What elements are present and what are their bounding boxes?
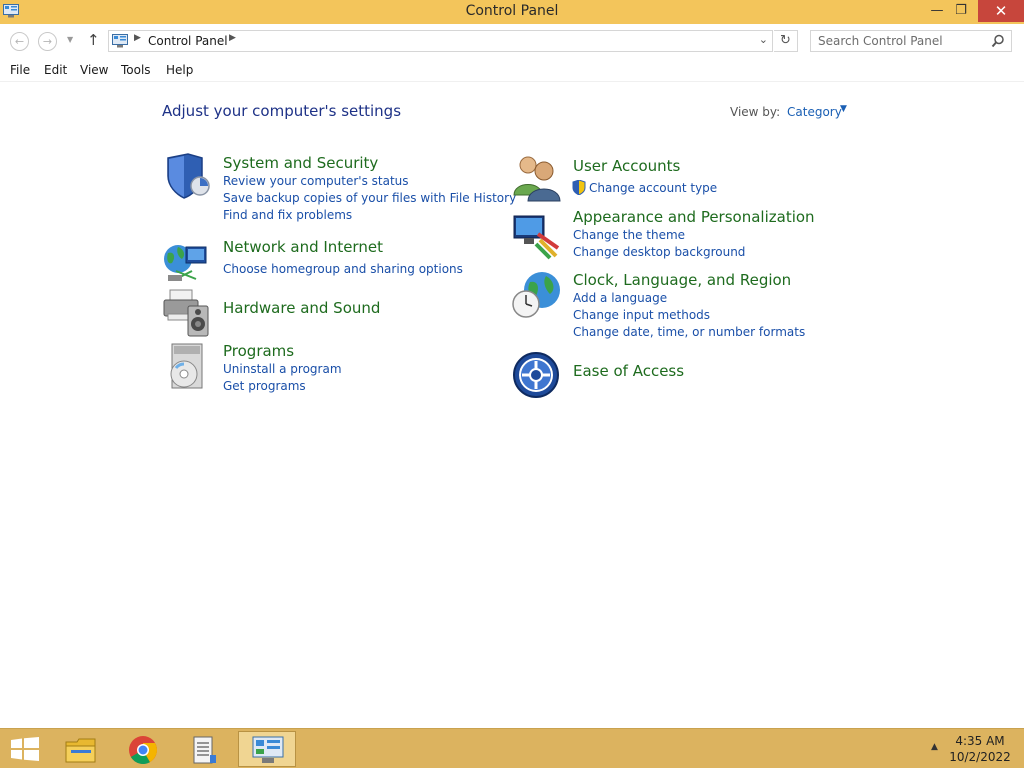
category-system-and-security[interactable]: System and Security: [223, 154, 378, 172]
category-clock-language-region[interactable]: Clock, Language, and Region: [573, 271, 791, 289]
page-title: Adjust your computer's settings: [162, 102, 402, 120]
clock-time[interactable]: 4:35 AM: [948, 734, 1012, 748]
link-uninstall-program[interactable]: Uninstall a program: [223, 362, 342, 376]
link-change-theme[interactable]: Change the theme: [573, 228, 685, 242]
network-globe-icon[interactable]: [162, 237, 212, 287]
category-ease-of-access[interactable]: Ease of Access: [573, 362, 684, 380]
taskbar-notepad[interactable]: [176, 731, 234, 767]
title-bar: Control Panel — ❐ ✕: [0, 0, 1024, 24]
uac-shield-icon: [572, 180, 586, 195]
link-review-status[interactable]: Review your computer's status: [223, 174, 409, 188]
link-change-input-methods[interactable]: Change input methods: [573, 308, 710, 322]
link-add-language[interactable]: Add a language: [573, 291, 667, 305]
link-change-account-type[interactable]: Change account type: [589, 181, 717, 195]
breadcrumb-chevron-icon[interactable]: ▶: [229, 33, 236, 43]
category-network-and-internet[interactable]: Network and Internet: [223, 238, 383, 256]
view-by-dropdown[interactable]: Category: [787, 105, 842, 119]
menu-tools[interactable]: Tools: [121, 63, 151, 77]
category-programs[interactable]: Programs: [223, 342, 294, 360]
start-icon[interactable]: [11, 737, 39, 761]
link-find-fix-problems[interactable]: Find and fix problems: [223, 208, 352, 222]
control-panel-icon: [252, 736, 284, 763]
address-row: ← → ▼ ↑ ▶ Control Panel ▶ ⌄ ↻: [0, 24, 1024, 58]
monitor-palette-icon[interactable]: [512, 210, 562, 260]
programs-disc-icon[interactable]: [162, 342, 212, 392]
search-input[interactable]: [811, 31, 987, 51]
clock-globe-icon[interactable]: [512, 270, 562, 320]
search-icon[interactable]: [991, 34, 1005, 48]
notepad-icon: [193, 736, 216, 764]
forward-button[interactable]: →: [38, 32, 57, 51]
address-bar[interactable]: ▶ Control Panel ▶ ⌄: [108, 30, 773, 52]
search-box[interactable]: [810, 30, 1012, 52]
clock-date[interactable]: 10/2/2022: [948, 750, 1012, 764]
breadcrumb-chevron-icon[interactable]: ▶: [134, 33, 141, 43]
file-explorer-icon: [65, 738, 96, 763]
menu-view[interactable]: View: [80, 63, 108, 77]
category-appearance-and-personalization[interactable]: Appearance and Personalization: [573, 208, 815, 226]
menu-bar: File Edit View Tools Help: [0, 58, 1024, 82]
show-hidden-icons-icon[interactable]: ▲: [931, 742, 938, 752]
chevron-down-icon[interactable]: ▼: [840, 104, 847, 114]
category-user-accounts[interactable]: User Accounts: [573, 157, 680, 175]
taskbar-file-explorer[interactable]: [52, 731, 110, 767]
close-button[interactable]: ✕: [978, 0, 1024, 22]
link-homegroup-sharing[interactable]: Choose homegroup and sharing options: [223, 262, 463, 276]
recent-locations-icon[interactable]: ▼: [67, 35, 73, 44]
ease-of-access-icon[interactable]: [512, 350, 562, 400]
users-icon[interactable]: [512, 153, 562, 203]
breadcrumb-control-panel[interactable]: Control Panel: [148, 34, 228, 48]
address-dropdown-icon[interactable]: ⌄: [759, 33, 768, 46]
link-change-desktop-background[interactable]: Change desktop background: [573, 245, 745, 259]
up-arrow-icon[interactable]: ↑: [87, 31, 100, 49]
taskbar: ▲ 4:35 AM 10/2/2022: [0, 728, 1024, 768]
shield-icon[interactable]: [162, 152, 212, 202]
view-by-label: View by:: [730, 105, 781, 119]
refresh-button[interactable]: ↻: [774, 30, 798, 52]
category-hardware-and-sound[interactable]: Hardware and Sound: [223, 299, 380, 317]
taskbar-control-panel[interactable]: [238, 731, 296, 767]
menu-file[interactable]: File: [10, 63, 30, 77]
menu-edit[interactable]: Edit: [44, 63, 67, 77]
back-button[interactable]: ←: [10, 32, 29, 51]
link-change-date-time-formats[interactable]: Change date, time, or number formats: [573, 325, 805, 339]
printer-speaker-icon[interactable]: [162, 288, 212, 338]
control-panel-icon: [112, 34, 128, 48]
link-get-programs[interactable]: Get programs: [223, 379, 306, 393]
taskbar-chrome[interactable]: [114, 731, 172, 767]
maximize-button[interactable]: ❐: [946, 0, 976, 22]
window-title: Control Panel: [465, 3, 559, 19]
chrome-icon: [129, 736, 157, 764]
link-file-history[interactable]: Save backup copies of your files with Fi…: [223, 191, 516, 205]
menu-help[interactable]: Help: [166, 63, 193, 77]
